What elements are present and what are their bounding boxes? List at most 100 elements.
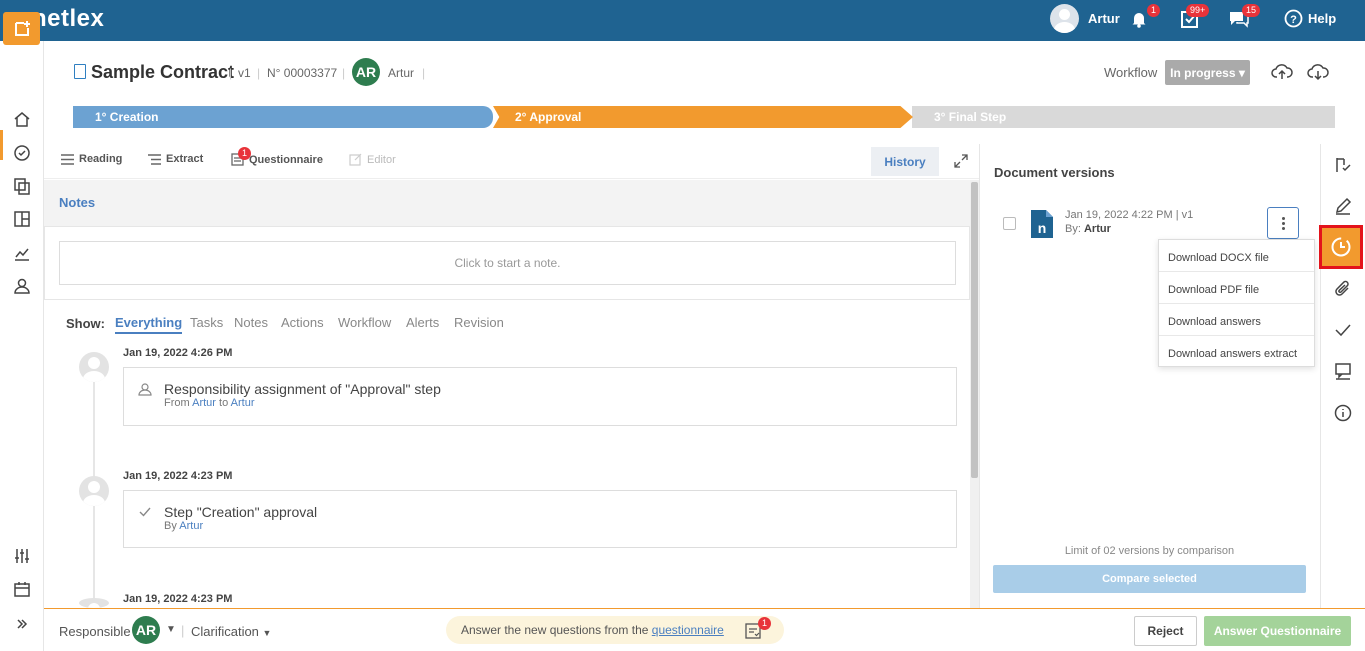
version-dropdown-menu: Download DOCX file Download PDF file Dow… bbox=[1158, 239, 1315, 367]
menu-download-docx[interactable]: Download DOCX file bbox=[1159, 240, 1314, 272]
separator: | bbox=[229, 66, 233, 80]
calendar-icon[interactable] bbox=[9, 576, 35, 602]
user-link[interactable]: Artur bbox=[231, 397, 255, 409]
questionnaire-badge: 1 bbox=[238, 147, 252, 160]
help-icon[interactable]: ? bbox=[1284, 9, 1303, 31]
tab-reading[interactable]: Reading bbox=[61, 153, 122, 165]
filter-workflow[interactable]: Workflow bbox=[338, 315, 391, 330]
documents-icon[interactable] bbox=[9, 173, 35, 199]
versions-limit-text: Limit of 02 versions by comparison bbox=[1064, 545, 1235, 557]
owner-name: Artur bbox=[388, 66, 415, 80]
notes-tab[interactable]: Notes bbox=[44, 180, 109, 225]
filter-alerts[interactable]: Alerts bbox=[406, 315, 439, 330]
check-icon bbox=[138, 505, 152, 522]
signature-pen-icon[interactable] bbox=[1330, 193, 1356, 219]
user-link[interactable]: Artur bbox=[192, 397, 216, 409]
document-title: Sample Contract bbox=[91, 62, 235, 82]
new-document-icon bbox=[14, 20, 30, 36]
info-icon[interactable] bbox=[1330, 400, 1356, 426]
netlex-logo[interactable]: netlex bbox=[32, 5, 104, 33]
user-link[interactable]: Artur bbox=[179, 520, 203, 532]
entry-avatar bbox=[79, 352, 109, 382]
entry-date: Jan 19, 2022 4:23 PM bbox=[123, 593, 233, 605]
chevron-down-icon[interactable]: ▼ bbox=[166, 624, 176, 635]
svg-text:n: n bbox=[1038, 220, 1047, 236]
responsible-avatar[interactable]: AR bbox=[132, 616, 160, 644]
user-icon[interactable] bbox=[9, 273, 35, 299]
questionnaire-link[interactable]: questionnaire bbox=[652, 623, 724, 637]
show-label: Show: bbox=[66, 316, 105, 331]
clarification-dropdown[interactable]: Clarification ▼ bbox=[191, 624, 271, 639]
filter-everything[interactable]: Everything bbox=[115, 315, 183, 334]
entry-title: Responsibility assignment of "Approval" … bbox=[164, 381, 441, 397]
menu-download-answers-extract[interactable]: Download answers extract bbox=[1159, 336, 1314, 368]
history-clock-icon bbox=[1331, 237, 1351, 257]
banner-text: Answer the new questions from the questi… bbox=[461, 623, 724, 637]
step-final[interactable]: 3° Final Step bbox=[912, 106, 1335, 128]
document-tabs: Reading Extract Questionnaire 1 Editor bbox=[44, 144, 979, 179]
document-number: N° 00003377 bbox=[267, 66, 338, 80]
version-author: By: Artur bbox=[1065, 223, 1111, 235]
workflow-label: Workflow bbox=[1104, 65, 1158, 80]
version-history-button[interactable] bbox=[1319, 225, 1363, 269]
home-icon[interactable] bbox=[9, 106, 35, 132]
version-menu-button[interactable] bbox=[1267, 207, 1299, 239]
entry-subtitle: From Artur to Artur bbox=[164, 397, 255, 409]
history-tab[interactable]: History bbox=[871, 147, 939, 176]
bell-icon[interactable] bbox=[1129, 9, 1149, 32]
menu-download-pdf[interactable]: Download PDF file bbox=[1159, 272, 1314, 304]
note-input[interactable]: Click to start a note. bbox=[59, 241, 956, 285]
tab-extract[interactable]: Extract bbox=[148, 153, 203, 165]
responsible-label: Responsible bbox=[59, 624, 131, 639]
answer-questionnaire-button[interactable]: Answer Questionnaire bbox=[1204, 616, 1351, 646]
separator: | bbox=[342, 66, 346, 80]
flag-check-icon[interactable] bbox=[1330, 152, 1356, 178]
filter-notes[interactable]: Notes bbox=[234, 315, 268, 330]
analytics-icon[interactable] bbox=[9, 240, 35, 266]
reject-button[interactable]: Reject bbox=[1134, 616, 1197, 646]
history-entry: Step "Creation" approval By Artur bbox=[123, 490, 957, 548]
settings-sliders-icon[interactable] bbox=[9, 543, 35, 569]
filter-revision[interactable]: Revision bbox=[454, 315, 504, 330]
step-creation[interactable]: 1° Creation bbox=[73, 106, 493, 128]
step-approval[interactable]: 2° Approval bbox=[493, 106, 913, 128]
entry-date: Jan 19, 2022 4:26 PM bbox=[123, 347, 233, 359]
checkmark-icon[interactable] bbox=[1330, 317, 1356, 343]
netlex-file-icon: n bbox=[1031, 210, 1053, 238]
menu-download-answers[interactable]: Download answers bbox=[1159, 304, 1314, 336]
entry-subtitle: By Artur bbox=[164, 520, 204, 532]
top-bar bbox=[0, 0, 1365, 41]
version-checkbox[interactable] bbox=[1003, 217, 1016, 230]
new-document-button[interactable] bbox=[3, 12, 40, 45]
scrollbar-thumb[interactable] bbox=[971, 182, 978, 478]
version-date: Jan 19, 2022 4:22 PM | v1 bbox=[1065, 209, 1194, 221]
dashboard-icon[interactable] bbox=[9, 140, 35, 166]
versions-title: Document versions bbox=[994, 165, 1115, 180]
assignment-icon bbox=[138, 382, 152, 399]
cloud-upload-icon[interactable] bbox=[1271, 62, 1293, 85]
cloud-download-icon[interactable] bbox=[1307, 62, 1329, 85]
user-name[interactable]: Artur bbox=[1088, 11, 1120, 26]
fullscreen-icon[interactable] bbox=[954, 154, 968, 171]
step-label: 1° Creation bbox=[95, 110, 159, 124]
expand-menu-icon[interactable] bbox=[9, 611, 35, 637]
entry-avatar bbox=[79, 598, 109, 608]
document-icon bbox=[74, 64, 86, 79]
attachment-icon[interactable] bbox=[1330, 276, 1356, 302]
comments-icon[interactable] bbox=[1330, 358, 1356, 384]
reading-icon bbox=[61, 153, 74, 165]
compare-selected-button[interactable]: Compare selected bbox=[993, 565, 1306, 593]
help-link[interactable]: Help bbox=[1308, 11, 1336, 26]
active-nav-indicator bbox=[0, 130, 3, 160]
filter-actions[interactable]: Actions bbox=[281, 315, 324, 330]
separator: | bbox=[181, 623, 185, 638]
separator: | bbox=[422, 66, 426, 80]
filter-tasks[interactable]: Tasks bbox=[190, 315, 223, 330]
extract-icon bbox=[148, 153, 161, 165]
owner-avatar[interactable]: AR bbox=[352, 58, 380, 86]
notifications-badge: 1 bbox=[1147, 4, 1161, 17]
tab-editor: Editor bbox=[349, 153, 396, 166]
user-avatar[interactable] bbox=[1050, 4, 1079, 33]
workflow-status-dropdown[interactable]: In progress ▾ bbox=[1165, 60, 1250, 85]
templates-icon[interactable] bbox=[9, 206, 35, 232]
